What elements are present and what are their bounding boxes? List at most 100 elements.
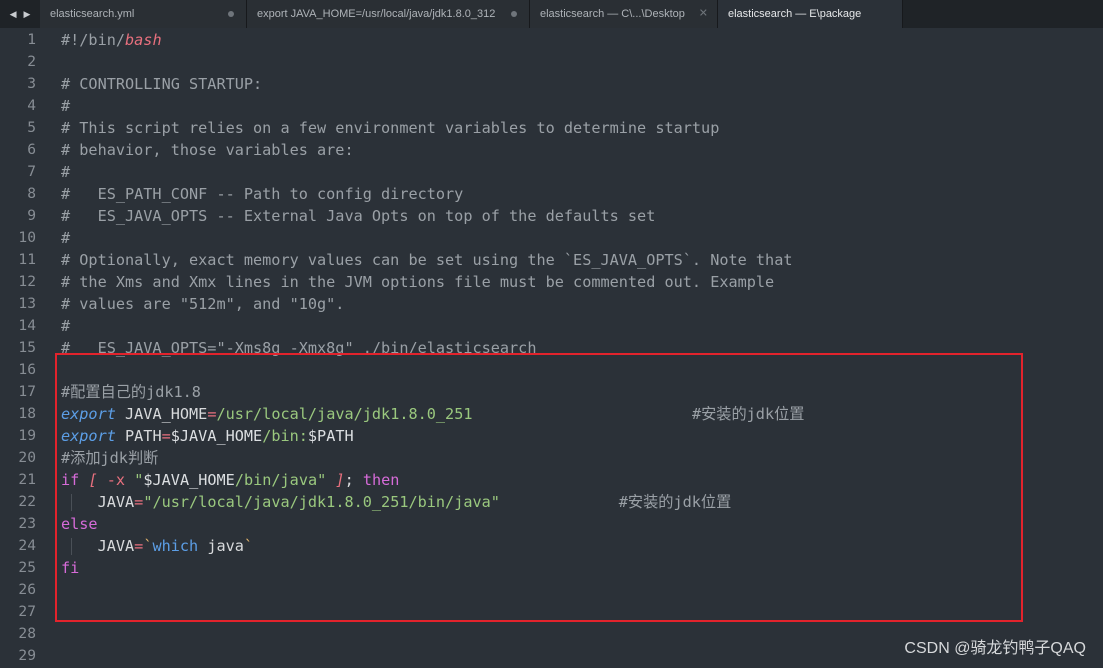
code-text: # CONTROLLING STARTUP: — [61, 73, 262, 95]
code-token: if — [61, 471, 80, 489]
code-text: # ES_PATH_CONF -- Path to config directo… — [61, 183, 463, 205]
line-number: 14 — [18, 317, 36, 334]
code-token: ; — [344, 471, 363, 489]
tab-elasticsearch-package[interactable]: elasticsearch — E\package — [718, 0, 903, 28]
code-token: # ES_JAVA_OPTS -- External Java Opts on … — [61, 207, 656, 225]
tab-label: elasticsearch.yml — [50, 8, 135, 20]
code-line[interactable]: 12 # the Xms and Xmx lines in the JVM opt… — [0, 271, 1103, 293]
code-line[interactable]: 14 # — [0, 315, 1103, 337]
code-token: # ES_JAVA_OPTS="-Xms8g -Xmx8g" ./bin/ela… — [61, 339, 537, 357]
line-number: 9 — [27, 207, 36, 224]
code-line[interactable]: 19 export PATH=$JAVA_HOME/bin:$PATH — [0, 425, 1103, 447]
tab-elasticsearch-desktop[interactable]: elasticsearch — C\...\Desktop ✕ — [530, 0, 718, 28]
code-token: # — [61, 97, 71, 115]
line-number: 22 — [18, 493, 36, 510]
code-token: # ES_PATH_CONF -- Path to config directo… — [61, 185, 464, 203]
code-token: # values are "512m", and "10g". — [61, 295, 345, 313]
code-line[interactable]: 25 fi — [0, 557, 1103, 579]
line-number: 8 — [27, 185, 36, 202]
line-number: 23 — [18, 515, 36, 532]
line-number: 1 — [27, 31, 36, 48]
code-line[interactable]: 17 #配置自己的jdk1.8 — [0, 381, 1103, 403]
line-number: 2 — [27, 53, 36, 70]
code-token: " — [134, 471, 144, 489]
code-text: # — [61, 315, 70, 337]
code-text: export JAVA_HOME=/usr/local/java/jdk1.8.… — [61, 403, 804, 425]
code-line[interactable]: 22 JAVA="/usr/local/java/jdk1.8.0_251/bi… — [0, 491, 1103, 513]
code-text: JAVA="/usr/local/java/jdk1.8.0_251/bin/j… — [61, 491, 732, 513]
unsaved-dot-icon[interactable] — [228, 11, 234, 17]
tab-elasticsearch-yml[interactable]: elasticsearch.yml — [40, 0, 247, 28]
code-token: #安装的jdk位置 — [499, 493, 732, 511]
code-token: bash — [125, 31, 162, 49]
code-token: /bin: — [262, 427, 308, 445]
line-number: 11 — [18, 251, 36, 268]
code-line[interactable]: 23 else — [0, 513, 1103, 535]
line-number: 20 — [18, 449, 36, 466]
code-token: # CONTROLLING STARTUP: — [61, 75, 263, 93]
code-editor[interactable]: 1 #!/bin/bash 2 3 # CONTROLLING STARTUP: 4 #5 #… — [0, 29, 1103, 668]
code-line[interactable]: 20 #添加jdk判断 — [0, 447, 1103, 469]
code-text: # This script relies on a few environmen… — [61, 117, 719, 139]
code-text: else — [61, 513, 98, 535]
code-text: fi — [61, 557, 79, 579]
code-token: # behavior, those variables are: — [61, 141, 354, 159]
code-line[interactable]: 11 # Optionally, exact memory values can … — [0, 249, 1103, 271]
code-line[interactable]: 10 # — [0, 227, 1103, 249]
arrow-right-icon[interactable]: ▶ — [24, 9, 31, 20]
code-line[interactable]: 24 JAVA=`which java` — [0, 535, 1103, 557]
code-token: else — [61, 515, 98, 533]
code-line[interactable]: 7 # — [0, 161, 1103, 183]
code-token: # — [61, 317, 71, 335]
code-line[interactable]: 15 # ES_JAVA_OPTS="-Xms8g -Xmx8g" ./bin/e… — [0, 337, 1103, 359]
line-number: 13 — [18, 295, 36, 312]
code-text: #配置自己的jdk1.8 — [61, 381, 201, 403]
code-line[interactable]: 26 — [0, 579, 1103, 601]
code-line[interactable]: 27 — [0, 601, 1103, 623]
code-line[interactable]: 6 # behavior, those variables are: — [0, 139, 1103, 161]
code-line[interactable]: 13 # values are "512m", and "10g". — [0, 293, 1103, 315]
line-number: 19 — [18, 427, 36, 444]
line-number: 21 — [18, 471, 36, 488]
code-token: # — [61, 229, 71, 247]
code-text: #添加jdk判断 — [61, 447, 158, 469]
code-token: export — [61, 427, 116, 445]
code-token: which — [152, 537, 199, 555]
line-number: 16 — [18, 361, 36, 378]
code-line[interactable]: 4 # — [0, 95, 1103, 117]
code-token: fi — [61, 559, 80, 577]
code-line[interactable]: 8 # ES_PATH_CONF -- Path to config direct… — [0, 183, 1103, 205]
line-number: 17 — [18, 383, 36, 400]
code-token: # the Xms and Xmx lines in the JVM optio… — [61, 273, 775, 291]
code-token: $JAVA_HOME — [170, 427, 263, 445]
line-number: 24 — [18, 537, 36, 554]
line-number: 15 — [18, 339, 36, 356]
line-number: 7 — [27, 163, 36, 180]
code-token: # — [61, 163, 71, 181]
code-line[interactable]: 9 # ES_JAVA_OPTS -- External Java Opts on… — [0, 205, 1103, 227]
code-line[interactable]: 16 — [0, 359, 1103, 381]
line-number: 3 — [27, 75, 36, 92]
code-token: $JAVA_HOME — [143, 471, 235, 489]
line-number: 10 — [18, 229, 36, 246]
code-token: #配置自己的jdk1.8 — [61, 383, 201, 401]
code-token: # This script relies on a few environmen… — [61, 119, 720, 137]
arrow-left-icon[interactable]: ◀ — [10, 9, 17, 20]
code-line[interactable]: 2 — [0, 51, 1103, 73]
code-line[interactable]: 3 # CONTROLLING STARTUP: — [0, 73, 1103, 95]
code-line[interactable]: 18 export JAVA_HOME=/usr/local/java/jdk1.… — [0, 403, 1103, 425]
code-line[interactable]: 5 # This script relies on a few environme… — [0, 117, 1103, 139]
code-token: # Optionally, exact memory values can be… — [61, 251, 793, 269]
text-editor-window: ◀ ▶ elasticsearch.yml export JAVA_HOME=/… — [0, 0, 1103, 668]
code-line[interactable]: 21 if [ -x "$JAVA_HOME/bin/java" ]; then — [0, 469, 1103, 491]
line-number: 29 — [18, 647, 36, 664]
code-token: export — [61, 405, 116, 423]
tab-export-java-home[interactable]: export JAVA_HOME=/usr/local/java/jdk1.8.… — [247, 0, 530, 28]
code-text: export PATH=$JAVA_HOME/bin:$PATH — [61, 425, 354, 447]
close-icon[interactable]: ✕ — [699, 8, 708, 20]
unsaved-dot-icon[interactable] — [511, 11, 517, 17]
code-text: # values are "512m", and "10g". — [61, 293, 344, 315]
code-line[interactable]: 1 #!/bin/bash — [0, 29, 1103, 51]
tab-navigation: ◀ ▶ — [0, 0, 40, 28]
